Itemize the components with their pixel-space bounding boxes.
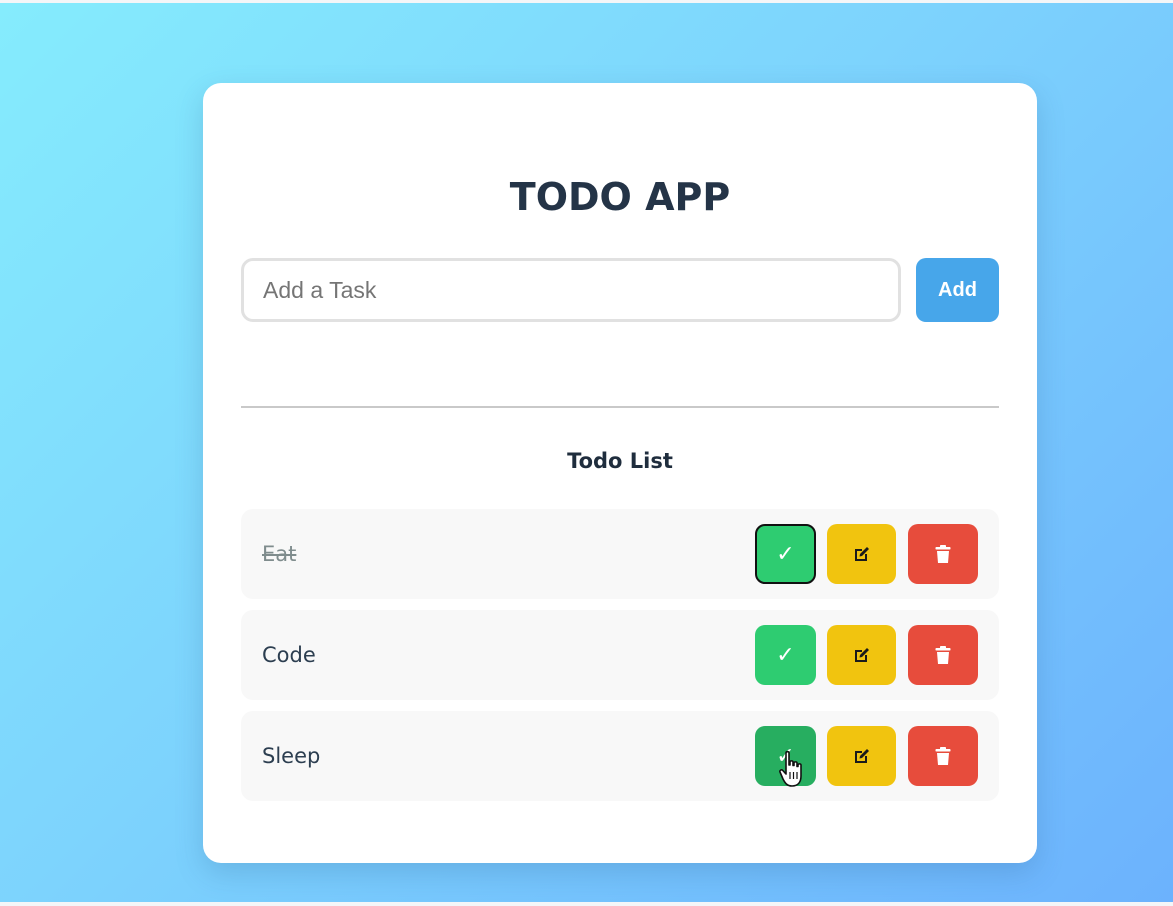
list-title: Todo List bbox=[567, 449, 673, 473]
edit-button[interactable] bbox=[827, 726, 896, 786]
edit-icon bbox=[854, 547, 869, 561]
check-icon: ✓ bbox=[776, 743, 795, 769]
task-input[interactable] bbox=[241, 258, 901, 322]
complete-button[interactable]: ✓ bbox=[755, 524, 816, 584]
add-button[interactable]: Add bbox=[916, 258, 999, 322]
complete-button[interactable]: ✓ bbox=[755, 625, 816, 685]
trash-icon bbox=[935, 545, 951, 563]
todo-item-eat: Eat ✓ bbox=[241, 509, 999, 599]
window-top-edge bbox=[0, 0, 1173, 3]
edit-icon bbox=[854, 648, 869, 662]
window-bottom-edge bbox=[0, 902, 1173, 906]
trash-icon bbox=[935, 747, 951, 765]
todo-card: TODO APP Add Todo List Eat ✓ bbox=[203, 83, 1037, 863]
page-title: TODO APP bbox=[509, 175, 731, 219]
divider bbox=[241, 406, 999, 408]
trash-icon bbox=[935, 646, 951, 664]
delete-button[interactable] bbox=[908, 524, 978, 584]
delete-button[interactable] bbox=[908, 726, 978, 786]
edit-button[interactable] bbox=[827, 524, 896, 584]
todo-item-sleep: Sleep ✓ bbox=[241, 711, 999, 801]
edit-button[interactable] bbox=[827, 625, 896, 685]
todo-item-text: Eat bbox=[262, 542, 297, 566]
check-icon: ✓ bbox=[776, 541, 795, 567]
todo-list: Eat ✓ Code ✓ Sleep ✓ bbox=[241, 509, 999, 812]
delete-button[interactable] bbox=[908, 625, 978, 685]
todo-item-text: Code bbox=[262, 643, 316, 667]
todo-item-text: Sleep bbox=[262, 744, 321, 768]
todo-item-code: Code ✓ bbox=[241, 610, 999, 700]
complete-button[interactable]: ✓ bbox=[755, 726, 816, 786]
check-icon: ✓ bbox=[776, 642, 795, 668]
edit-icon bbox=[854, 749, 869, 763]
